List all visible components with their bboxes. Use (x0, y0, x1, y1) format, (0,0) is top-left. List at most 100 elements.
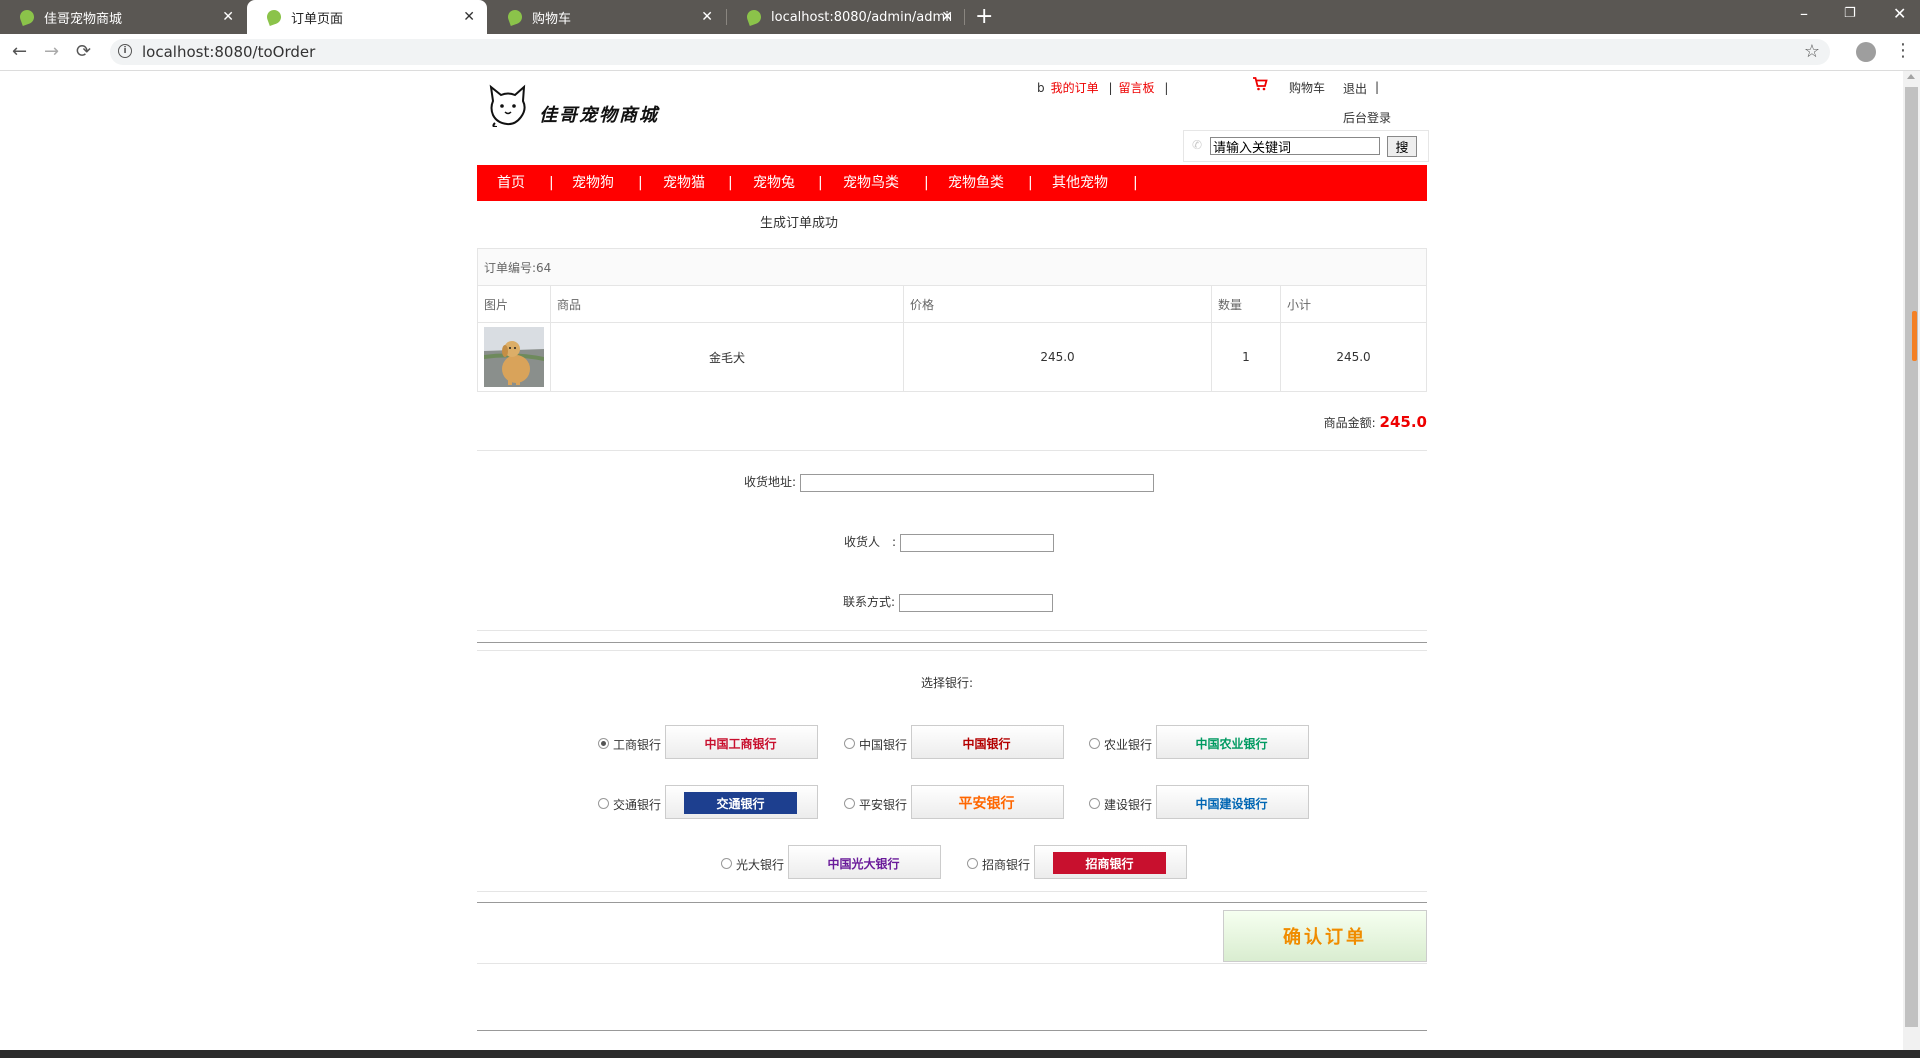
browser-tab-bar: 佳哥宠物商城 ✕ 订单页面 ✕ 购物车 ✕ localhost:8080/adm… (0, 0, 1920, 34)
cat-logo-icon (489, 84, 526, 127)
address-field[interactable] (799, 473, 1154, 492)
window-close-icon[interactable]: ✕ (1893, 5, 1906, 23)
bank-radio[interactable] (1089, 738, 1100, 749)
scrollbar-thumb[interactable] (1905, 87, 1918, 1027)
column-header-price: 价格 (903, 285, 1212, 323)
tab-cart[interactable]: 购物车 ✕ (488, 0, 725, 34)
divider (477, 630, 1427, 631)
bank-radio[interactable] (1089, 798, 1100, 809)
info-icon[interactable]: i (118, 44, 132, 58)
bank-radio[interactable] (844, 798, 855, 809)
order-total: 商品金额: 245.0 (1324, 413, 1427, 431)
site-logo[interactable]: 佳哥宠物商城 (487, 83, 677, 129)
product-quantity: 1 (1211, 322, 1281, 392)
tab-admin[interactable]: localhost:8080/admin/adminU ✕ (727, 0, 965, 34)
bank-radio[interactable] (844, 738, 855, 749)
os-taskbar (0, 1050, 1920, 1058)
close-tab-icon[interactable]: ✕ (701, 9, 713, 25)
nav-dogs[interactable]: 宠物狗 (572, 175, 614, 191)
search-button[interactable]: 搜 (1387, 136, 1417, 157)
browser-toolbar: ← → ⟳ i localhost:8080/toOrder ☆ ⋮ (0, 34, 1920, 71)
bank-radio[interactable] (598, 738, 609, 749)
nav-separator: | (549, 175, 554, 191)
nav-other-pets[interactable]: 其他宠物 (1052, 175, 1108, 191)
column-header-image: 图片 (477, 285, 551, 323)
bank-label[interactable]: 光大银行 (736, 856, 784, 873)
ccb-logo[interactable]: 中国建设银行 (1156, 785, 1309, 819)
nav-rabbits[interactable]: 宠物兔 (753, 175, 795, 191)
new-tab-button[interactable]: + (975, 4, 993, 30)
cmb-logo[interactable]: 招商银行 (1034, 845, 1187, 879)
bank-option-boc[interactable]: 中国银行 中国银行 (844, 725, 1069, 759)
logout-link[interactable]: 退出 (1343, 80, 1367, 97)
my-orders-link[interactable]: 我的订单 (1051, 81, 1099, 95)
nav-birds[interactable]: 宠物鸟类 (843, 175, 899, 191)
abc-logo[interactable]: 中国农业银行 (1156, 725, 1309, 759)
close-tab-icon[interactable]: ✕ (463, 9, 475, 25)
product-name[interactable]: 金毛犬 (550, 322, 904, 392)
reload-icon[interactable]: ⟳ (76, 42, 91, 62)
bank-radio[interactable] (721, 858, 732, 869)
order-number: 订单编号:64 (477, 248, 1427, 286)
nav-separator: | (1028, 175, 1033, 191)
bank-label[interactable]: 交通银行 (613, 796, 661, 813)
close-tab-icon[interactable]: ✕ (222, 9, 234, 25)
nav-cats[interactable]: 宠物猫 (663, 175, 705, 191)
bocom-logo[interactable]: 交通银行 (665, 785, 818, 819)
pingan-logo[interactable]: 平安银行 (911, 785, 1064, 819)
b-prefix: b (1037, 81, 1045, 95)
table-row: 金毛犬 245.0 1 245.0 (477, 322, 1427, 392)
restore-icon[interactable]: ❐ (1844, 5, 1856, 23)
nav-fish[interactable]: 宠物鱼类 (948, 175, 1004, 191)
bank-label[interactable]: 平安银行 (859, 796, 907, 813)
bank-option-bocom[interactable]: 交通银行 交通银行 (598, 785, 823, 819)
bank-radio[interactable] (967, 858, 978, 869)
bank-label[interactable]: 工商银行 (613, 736, 661, 753)
close-tab-icon[interactable]: ✕ (941, 9, 953, 25)
phone-field[interactable] (898, 593, 1053, 612)
bookmark-star-icon[interactable]: ☆ (1804, 41, 1820, 62)
bank-option-ccb[interactable]: 建设银行 中国建设银行 (1089, 785, 1314, 819)
tab-order-page[interactable]: 订单页面 ✕ (247, 0, 487, 34)
address-row: 收货地址: (744, 473, 1154, 492)
ceb-logo[interactable]: 中国光大银行 (788, 845, 941, 879)
divider (477, 891, 1427, 892)
url-text[interactable]: localhost:8080/toOrder (142, 44, 315, 61)
profile-avatar-icon[interactable] (1856, 42, 1876, 62)
bank-label[interactable]: 中国银行 (859, 736, 907, 753)
bank-label[interactable]: 农业银行 (1104, 736, 1152, 753)
confirm-order-button[interactable]: 确认订单 (1223, 910, 1427, 962)
bank-option-abc[interactable]: 农业银行 中国农业银行 (1089, 725, 1314, 759)
minimize-icon[interactable]: – (1800, 5, 1808, 23)
tab-shop-home[interactable]: 佳哥宠物商城 ✕ (0, 0, 246, 34)
golden-retriever-image[interactable] (484, 327, 544, 387)
icbc-logo[interactable]: 中国工商银行 (665, 725, 818, 759)
address-bar[interactable]: i localhost:8080/toOrder ☆ (110, 39, 1830, 65)
admin-login-link[interactable]: 后台登录 (1343, 109, 1391, 126)
receiver-field[interactable] (899, 533, 1054, 552)
back-icon[interactable]: ← (12, 42, 27, 62)
vertical-scrollbar[interactable] (1903, 71, 1920, 1050)
bank-label[interactable]: 招商银行 (982, 856, 1030, 873)
browser-menu-icon[interactable]: ⋮ (1894, 41, 1912, 61)
cart-icon[interactable] (1252, 77, 1268, 91)
search-input[interactable] (1210, 137, 1380, 155)
nav-home[interactable]: 首页 (497, 175, 525, 191)
link-separator: | (1164, 81, 1169, 95)
cart-link[interactable]: 购物车 (1289, 79, 1325, 96)
forward-icon[interactable]: → (44, 42, 59, 62)
scroll-up-arrow-icon[interactable] (1907, 74, 1915, 79)
bank-option-ceb[interactable]: 光大银行 中国光大银行 (721, 845, 946, 879)
product-image-cell (477, 322, 551, 392)
message-board-link[interactable]: 留言板 (1119, 81, 1155, 95)
tab-title: 购物车 (532, 11, 572, 27)
bank-label[interactable]: 建设银行 (1104, 796, 1152, 813)
leaf-favicon-icon (18, 8, 36, 26)
bank-option-icbc[interactable]: 工商银行 中国工商银行 (598, 725, 823, 759)
bank-radio[interactable] (598, 798, 609, 809)
boc-logo[interactable]: 中国银行 (911, 725, 1064, 759)
link-separator: | (1108, 81, 1113, 95)
bank-option-cmb[interactable]: 招商银行 招商银行 (967, 845, 1192, 879)
footer-divider (477, 1030, 1427, 1031)
bank-option-pingan[interactable]: 平安银行 平安银行 (844, 785, 1069, 819)
